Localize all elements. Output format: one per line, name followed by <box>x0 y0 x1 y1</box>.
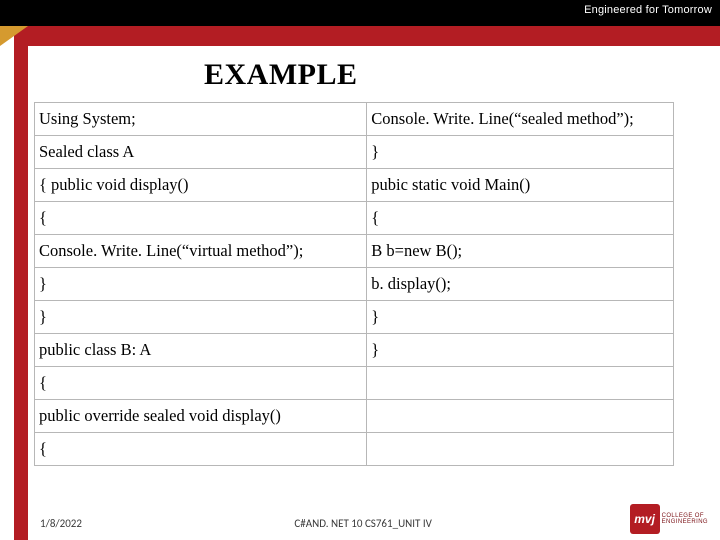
slide-content: EXAMPLE Using System;Console. Write. Lin… <box>34 52 710 534</box>
code-cell <box>367 400 674 433</box>
code-cell: } <box>367 136 674 169</box>
code-cell: B b=new B(); <box>367 235 674 268</box>
footer-center: C#AND. NET 10 CS761_UNIT IV <box>294 517 431 530</box>
code-cell <box>367 433 674 466</box>
code-cell: b. display(); <box>367 268 674 301</box>
code-cell: } <box>35 268 367 301</box>
code-cell: { <box>367 202 674 235</box>
code-cell: { public void display() <box>35 169 367 202</box>
code-cell: { <box>35 433 367 466</box>
code-cell: public class B: A <box>35 334 367 367</box>
code-cell: } <box>35 301 367 334</box>
logo-text: COLLEGE OF ENGINEERING <box>662 513 708 525</box>
top-black-bar: Engineered for Tomorrow <box>0 0 720 26</box>
header-tagline: Engineered for Tomorrow <box>584 4 712 16</box>
code-cell: Console. Write. Line(“sealed method”); <box>367 103 674 136</box>
slide-title: EXAMPLE <box>34 52 710 98</box>
logo-badge: mvj <box>630 504 660 534</box>
code-cell: Console. Write. Line(“virtual method”); <box>35 235 367 268</box>
code-table: Using System;Console. Write. Line(“seale… <box>34 102 674 466</box>
code-cell: } <box>367 301 674 334</box>
code-cell: Using System; <box>35 103 367 136</box>
code-cell: { <box>35 367 367 400</box>
red-header-bar <box>28 26 720 46</box>
code-cell: { <box>35 202 367 235</box>
code-cell <box>367 367 674 400</box>
logo-line2: ENGINEERING <box>662 519 708 525</box>
code-cell: Sealed class A <box>35 136 367 169</box>
logo: mvj COLLEGE OF ENGINEERING <box>630 504 708 534</box>
footer-date: 1/8/2022 <box>40 517 82 530</box>
footer: 1/8/2022 C#AND. NET 10 CS761_UNIT IV <box>40 517 700 530</box>
gold-corner <box>0 26 28 46</box>
red-sidebar <box>14 26 28 540</box>
code-cell: } <box>367 334 674 367</box>
code-cell: public override sealed void display() <box>35 400 367 433</box>
code-cell: pubic static void Main() <box>367 169 674 202</box>
